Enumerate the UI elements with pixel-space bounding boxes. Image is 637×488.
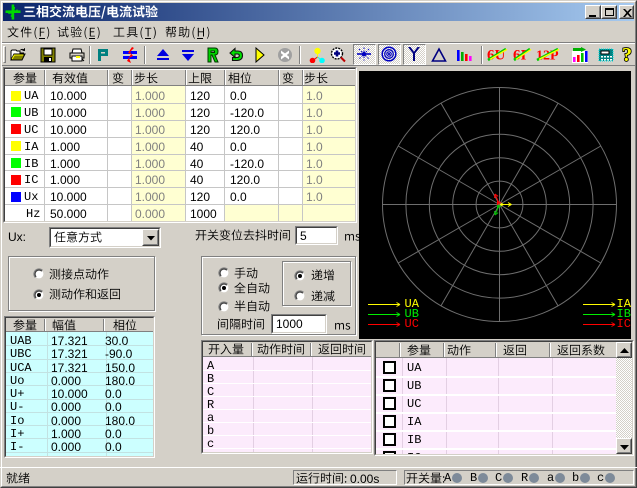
svg-text:?: ? [622, 46, 632, 64]
svg-text:UC: UC [405, 317, 419, 331]
svg-text:IC: IC [617, 317, 631, 331]
